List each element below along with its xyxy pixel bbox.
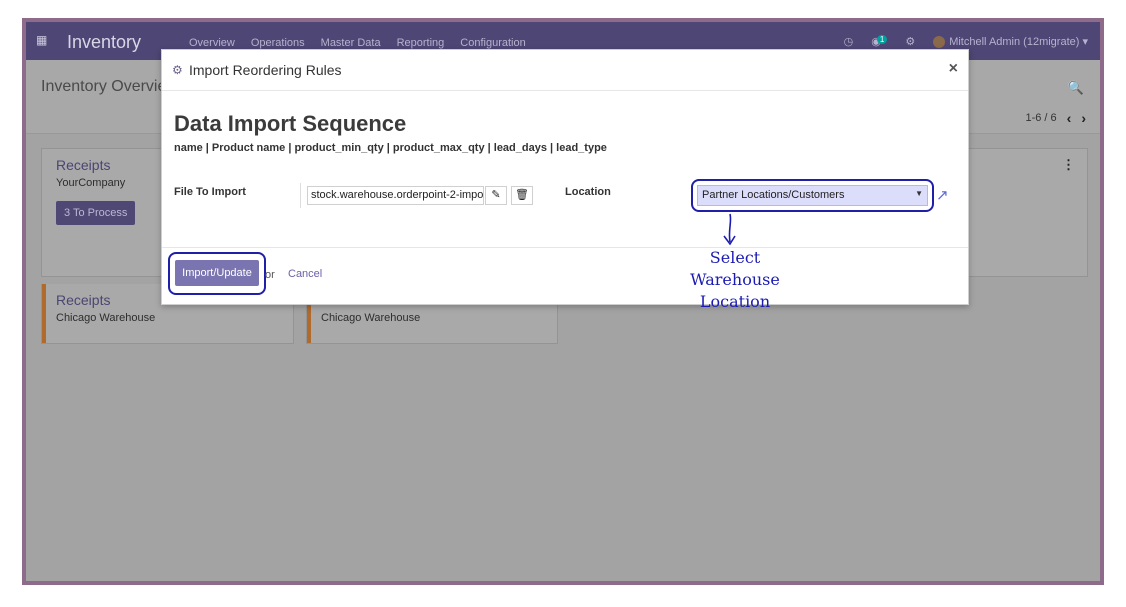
- card-title[interactable]: Receipts: [56, 292, 110, 308]
- search-icon[interactable]: 🔍: [1068, 80, 1084, 96]
- location-select[interactable]: Partner Locations/Customers ▼: [697, 185, 928, 206]
- breadcrumb: Inventory Overview: [41, 78, 178, 95]
- systray: ◷ ◉1 ⚙ Mitchell Admin (12migrate) ▾: [844, 35, 1088, 49]
- edit-icon[interactable]: ✎: [485, 186, 507, 205]
- location-value: Partner Locations/Customers: [702, 189, 845, 201]
- dialog-header: ⚙ Import Reordering Rules ×: [162, 50, 968, 91]
- avatar: [933, 36, 946, 49]
- cancel-button[interactable]: Cancel: [288, 268, 322, 280]
- card-company: Chicago Warehouse: [321, 312, 421, 324]
- to-process-button[interactable]: 3 To Process: [56, 201, 136, 225]
- import-update-button[interactable]: Import/Update: [175, 260, 259, 286]
- main-menu: Overview Operations Master Data Reportin…: [189, 37, 526, 49]
- card-company: YourCompany: [56, 177, 126, 189]
- caret-down-icon[interactable]: ▼: [915, 189, 923, 198]
- pager-value[interactable]: 1-6 / 6: [1025, 112, 1056, 124]
- card-title[interactable]: Receipts: [56, 157, 110, 173]
- close-icon[interactable]: ×: [949, 60, 958, 78]
- annotation-arrow-icon: [723, 213, 736, 246]
- clock-icon[interactable]: ◷: [844, 35, 854, 48]
- pager: 1-6 / 6 ‹ ›: [1025, 110, 1086, 126]
- card-color-bar: [42, 284, 46, 343]
- annotation-line2: Location: [699, 292, 771, 311]
- menu-master-data[interactable]: Master Data: [321, 37, 381, 49]
- app-title[interactable]: Inventory: [67, 32, 141, 53]
- chevron-left-icon[interactable]: ‹: [1067, 110, 1072, 126]
- or-text: or: [265, 269, 275, 281]
- more-options-icon[interactable]: ⋮: [1062, 157, 1075, 173]
- card-company: Chicago Warehouse: [56, 312, 156, 324]
- file-input[interactable]: stock.warehouse.orderpoint-2-impo: [307, 186, 484, 205]
- chat-badge: 1: [876, 35, 888, 45]
- location-label: Location: [565, 186, 611, 198]
- user-menu[interactable]: Mitchell Admin (12migrate) ▾: [933, 35, 1088, 49]
- dialog-footer: Import/Update or Cancel: [162, 247, 968, 306]
- user-name: Mitchell Admin (12migrate): [949, 36, 1080, 48]
- annotation-text: Select Warehouse Location: [665, 247, 805, 313]
- annotation-line1: Select Warehouse: [690, 248, 780, 289]
- file-field: stock.warehouse.orderpoint-2-impo ✎ 🗑: [300, 183, 536, 208]
- file-label: File To Import: [174, 186, 246, 198]
- page-title: Data Import Sequence: [174, 111, 407, 136]
- menu-configuration[interactable]: Configuration: [460, 37, 525, 49]
- chat-icon[interactable]: ◉1: [871, 35, 888, 48]
- dialog-title: Import Reordering Rules: [189, 62, 342, 78]
- menu-operations[interactable]: Operations: [251, 37, 305, 49]
- bug-icon[interactable]: ⚙: [905, 35, 915, 48]
- import-dialog: ⚙ Import Reordering Rules × Data Import …: [161, 49, 969, 305]
- chevron-right-icon[interactable]: ›: [1081, 110, 1086, 126]
- menu-reporting[interactable]: Reporting: [397, 37, 445, 49]
- trash-icon[interactable]: 🗑: [511, 186, 533, 205]
- external-link-icon[interactable]: ↗: [936, 186, 949, 204]
- bug-icon: ⚙: [172, 63, 183, 77]
- column-list: name | Product name | product_min_qty | …: [174, 142, 607, 154]
- apps-menu-icon[interactable]: ▦: [36, 34, 48, 46]
- menu-overview[interactable]: Overview: [189, 37, 235, 49]
